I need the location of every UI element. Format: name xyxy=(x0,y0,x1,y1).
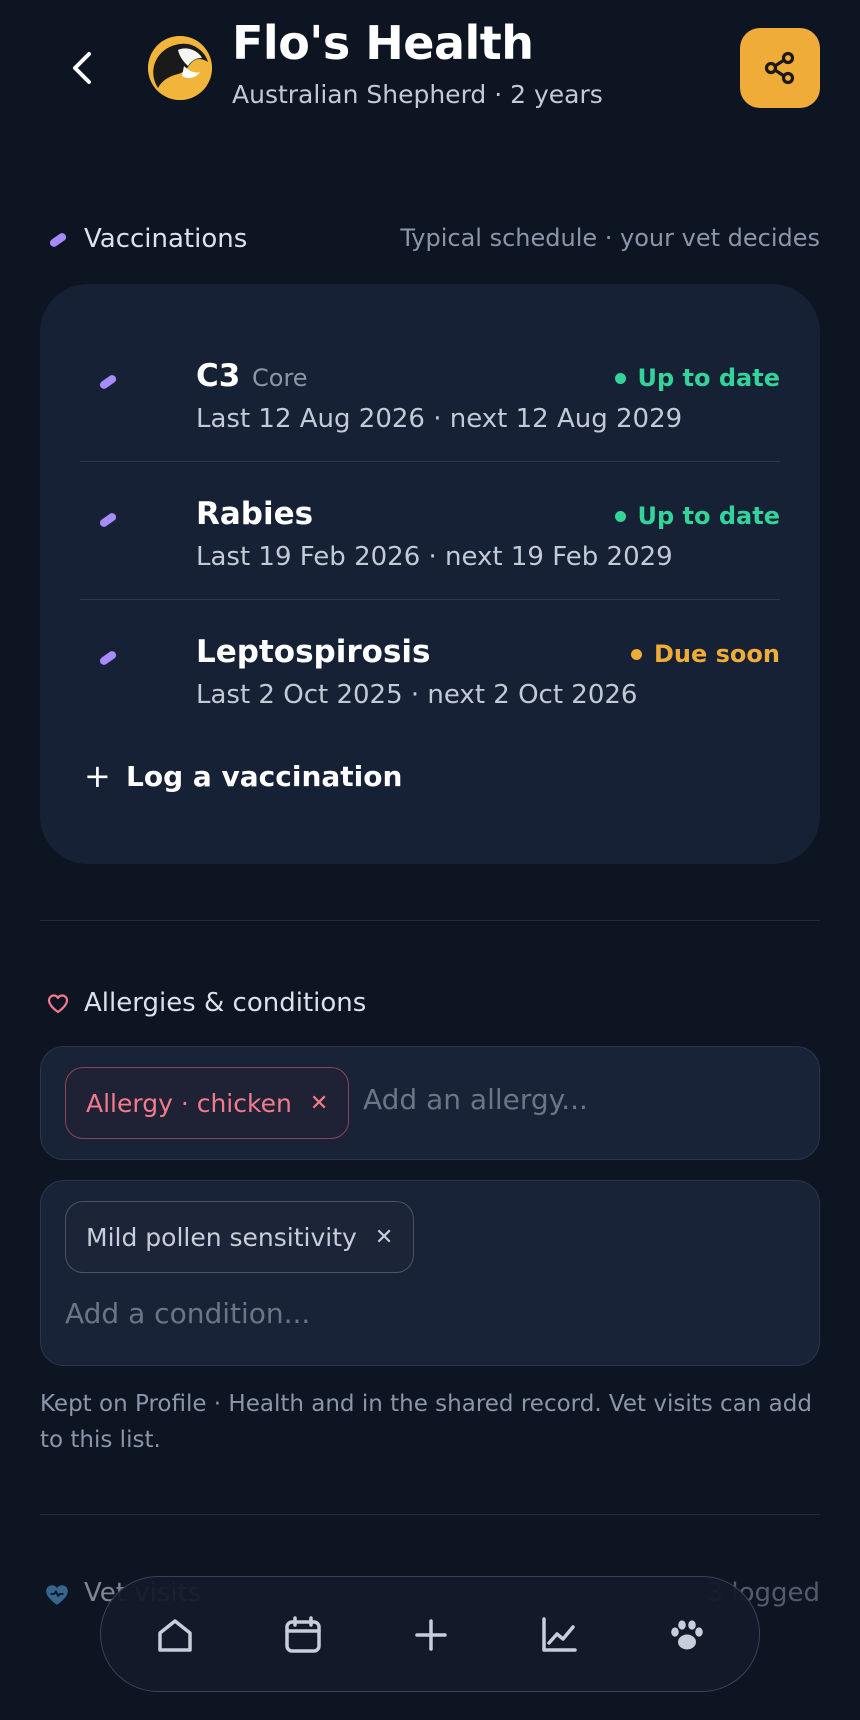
log-vaccination-button[interactable]: + Log a vaccination xyxy=(84,756,402,796)
vaccination-tag: Core xyxy=(252,364,308,392)
nav-add[interactable] xyxy=(403,1607,459,1663)
vaccinations-note: Typical schedule · your vet decides xyxy=(400,224,820,252)
chevron-left-icon xyxy=(73,52,91,84)
back-button[interactable] xyxy=(62,44,102,92)
status-label: Up to date xyxy=(637,364,780,392)
status-dot xyxy=(614,510,626,522)
status-badge: Up to date xyxy=(614,364,780,392)
allergy-chip[interactable]: Allergy · chicken ✕ xyxy=(65,1067,350,1139)
pet-avatar xyxy=(148,36,212,100)
syringe-icon xyxy=(99,513,117,527)
allergies-helper-text: Kept on Profile · Health and in the shar… xyxy=(40,1391,812,1453)
syringe-icon xyxy=(49,233,67,247)
home-icon xyxy=(158,1619,192,1652)
nav-calendar[interactable] xyxy=(275,1607,331,1663)
allergy-field[interactable]: Allergy · chicken ✕ xyxy=(40,1046,820,1160)
paw-icon xyxy=(671,1620,703,1650)
condition-field[interactable]: Mild pollen sensitivity ✕ xyxy=(40,1180,820,1366)
status-label: Due soon xyxy=(654,640,780,668)
condition-chip-label: Mild pollen sensitivity xyxy=(86,1222,357,1252)
vaccination-row[interactable]: Leptospirosis Last 2 Oct 2025 · next 2 O… xyxy=(80,600,780,738)
vaccination-row[interactable]: Rabies Last 19 Feb 2026 · next 19 Feb 20… xyxy=(80,462,780,600)
status-dot xyxy=(631,648,642,660)
nav-trends[interactable] xyxy=(531,1607,587,1663)
log-vaccination-label: Log a vaccination xyxy=(126,759,403,793)
vaccination-row[interactable]: C3 Core Last 12 Aug 2026 · next 12 Aug 2… xyxy=(80,324,780,462)
allergy-input[interactable] xyxy=(363,1083,783,1116)
status-badge: Due soon xyxy=(631,640,780,668)
vaccinations-card: C3 Core Last 12 Aug 2026 · next 12 Aug 2… xyxy=(40,284,820,864)
divider xyxy=(40,1514,820,1515)
vaccination-dates: Last 2 Oct 2025 · next 2 Oct 2026 xyxy=(196,680,638,710)
header: Flo's Health Australian Shepherd · 2 yea… xyxy=(0,0,860,140)
vaccination-dates: Last 12 Aug 2026 · next 12 Aug 2029 xyxy=(196,404,683,434)
allergies-header: Allergies & conditions xyxy=(40,984,820,1024)
allergies-title: Allergies & conditions xyxy=(84,988,367,1018)
condition-chip[interactable]: Mild pollen sensitivity ✕ xyxy=(65,1201,415,1273)
syringe-icon xyxy=(99,375,117,389)
syringe-icon xyxy=(99,651,117,665)
vaccination-dates: Last 19 Feb 2026 · next 19 Feb 2029 xyxy=(196,542,673,572)
status-badge: Up to date xyxy=(614,502,780,530)
plus-icon xyxy=(415,1619,447,1651)
allergy-chip-label: Allergy · chicken xyxy=(86,1088,292,1118)
vaccinations-header: Vaccinations Typical schedule · your vet… xyxy=(40,220,820,260)
nav-home[interactable] xyxy=(147,1607,203,1663)
heart-pulse-icon xyxy=(46,1585,68,1605)
plus-icon: + xyxy=(84,757,111,795)
vaccination-name: C3 xyxy=(196,358,241,394)
divider xyxy=(40,920,820,921)
condition-input[interactable] xyxy=(65,1297,765,1330)
vaccination-name: Rabies xyxy=(196,496,314,532)
remove-chip-icon[interactable]: ✕ xyxy=(310,1091,328,1116)
status-dot xyxy=(614,372,626,384)
nav-pet[interactable] xyxy=(659,1607,715,1663)
pet-subtitle: Australian Shepherd · 2 years xyxy=(232,80,603,109)
chart-icon xyxy=(542,1617,577,1652)
heart-icon xyxy=(47,994,69,1014)
calendar-icon xyxy=(285,1616,321,1653)
bottom-nav xyxy=(100,1576,760,1692)
vaccination-name: Leptospirosis xyxy=(196,634,431,670)
share-icon xyxy=(764,51,795,85)
page-title: Flo's Health xyxy=(232,16,534,70)
status-label: Up to date xyxy=(637,502,780,530)
remove-chip-icon[interactable]: ✕ xyxy=(375,1225,393,1250)
vaccinations-title: Vaccinations xyxy=(84,224,248,254)
share-button[interactable] xyxy=(740,28,820,108)
